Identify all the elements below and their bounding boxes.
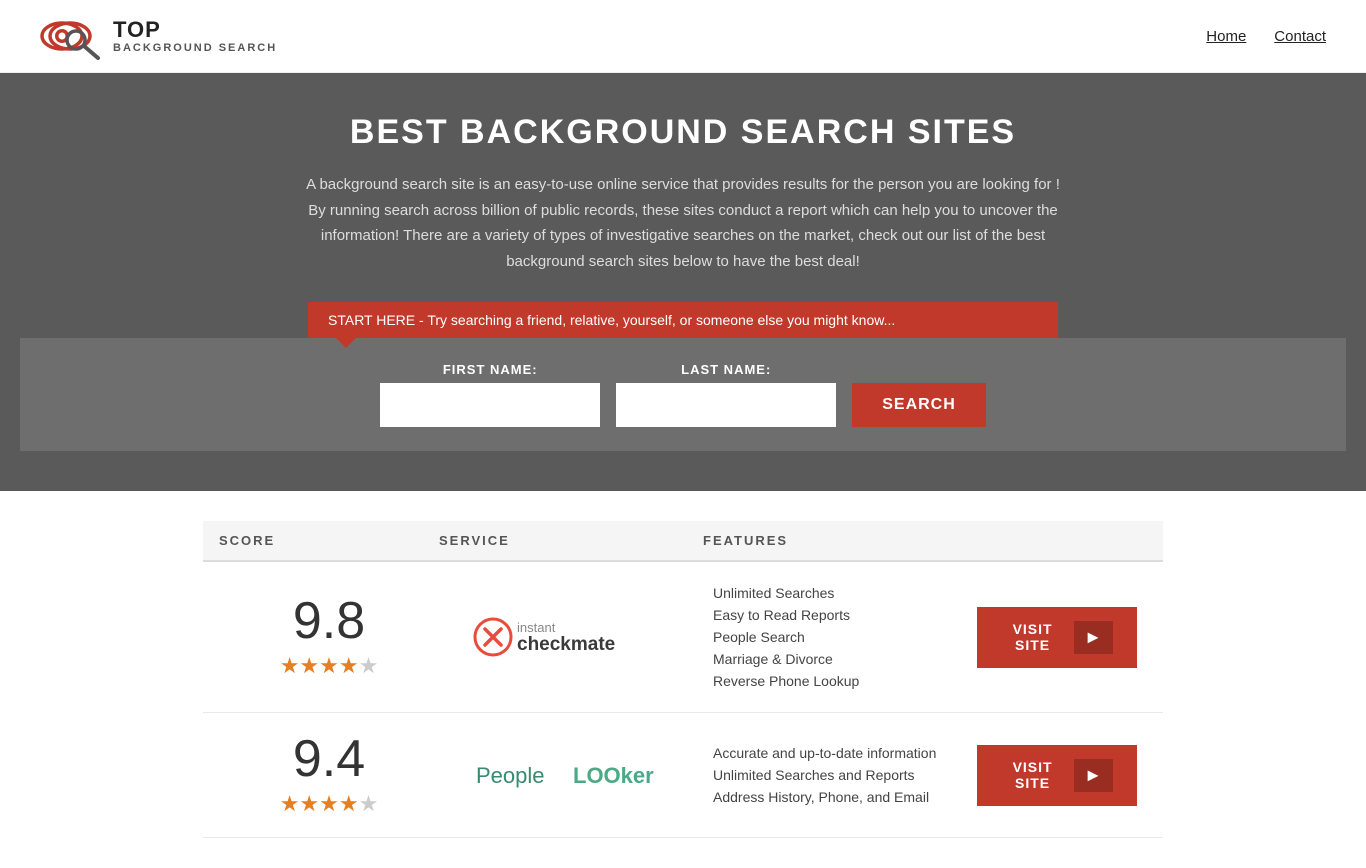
logo-top-text: TOP <box>113 18 277 42</box>
visit-area-1: VISIT SITE ► <box>967 607 1147 668</box>
logo-sub-text: BACKGROUND SEARCH <box>113 42 277 54</box>
col-features: FEATURES <box>703 533 967 548</box>
checkmate-logo-svg: instant checkmate <box>471 610 671 665</box>
svg-text:LOOker: LOOker <box>573 763 654 788</box>
table-header: SCORE SERVICE FEATURES <box>203 521 1163 562</box>
first-name-group: FIRST NAME: <box>380 362 600 427</box>
score-number-2: 9.4 <box>219 733 439 785</box>
features-area-2: Accurate and up-to-date information Unli… <box>703 742 967 808</box>
visit-area-2: VISIT SITE ► <box>967 745 1147 806</box>
feature-item: Unlimited Searches <box>713 582 957 604</box>
table-row: 9.8 ★★★★★ instant checkmate Unli <box>203 562 1163 713</box>
nav-contact[interactable]: Contact <box>1274 28 1326 45</box>
last-name-label: LAST NAME: <box>616 362 836 377</box>
feature-item: Reverse Phone Lookup <box>713 670 957 692</box>
feature-item: Accurate and up-to-date information <box>713 742 957 764</box>
first-name-input[interactable] <box>380 383 600 427</box>
col-score: SCORE <box>219 533 439 548</box>
col-service: SERVICE <box>439 533 703 548</box>
visit-arrow-icon-1: ► <box>1074 621 1113 654</box>
score-number-1: 9.8 <box>219 595 439 647</box>
svg-text:instant: instant <box>517 620 556 635</box>
main-nav: Home Contact <box>1206 28 1326 45</box>
feature-item: Address History, Phone, and Email <box>713 786 957 808</box>
logo: TOP BACKGROUND SEARCH <box>40 12 277 60</box>
svg-text:checkmate: checkmate <box>517 634 615 655</box>
stars-2: ★★★★★ <box>219 791 439 817</box>
service-area-2: People LOOker <box>439 745 703 805</box>
nav-home[interactable]: Home <box>1206 28 1246 45</box>
visit-btn-label-1: VISIT SITE <box>1001 621 1064 653</box>
last-name-input[interactable] <box>616 383 836 427</box>
visit-btn-label-2: VISIT SITE <box>1001 759 1064 791</box>
logo-icon <box>40 12 105 60</box>
search-button[interactable]: SEARCH <box>852 383 986 427</box>
header: TOP BACKGROUND SEARCH Home Contact <box>0 0 1366 73</box>
service-area-1: instant checkmate <box>439 610 703 665</box>
visit-site-button-2[interactable]: VISIT SITE ► <box>977 745 1137 806</box>
peoplelooker-logo-svg: People LOOker <box>471 745 671 800</box>
features-area-1: Unlimited Searches Easy to Read Reports … <box>703 582 967 692</box>
hero-description: A background search site is an easy-to-u… <box>303 172 1063 274</box>
svg-text:People: People <box>476 763 545 788</box>
hero-title: BEST BACKGROUND SEARCH SITES <box>20 113 1346 152</box>
visit-site-button-1[interactable]: VISIT SITE ► <box>977 607 1137 668</box>
score-area-2: 9.4 ★★★★★ <box>219 733 439 817</box>
banner-text: START HERE - Try searching a friend, rel… <box>328 312 895 328</box>
peoplelooker-logo: People LOOker <box>471 745 671 805</box>
results-section: SCORE SERVICE FEATURES 9.8 ★★★★★ instant <box>183 521 1183 838</box>
table-row: 9.4 ★★★★★ People LOOker Accurate and up-… <box>203 713 1163 838</box>
checkmate-logo: instant checkmate <box>471 610 671 665</box>
feature-item: Marriage & Divorce <box>713 648 957 670</box>
feature-item: Easy to Read Reports <box>713 604 957 626</box>
feature-item: People Search <box>713 626 957 648</box>
search-form-area: FIRST NAME: LAST NAME: SEARCH <box>20 338 1346 451</box>
score-area-1: 9.8 ★★★★★ <box>219 595 439 679</box>
logo-text: TOP BACKGROUND SEARCH <box>113 18 277 54</box>
hero-section: BEST BACKGROUND SEARCH SITES A backgroun… <box>0 73 1366 491</box>
first-name-label: FIRST NAME: <box>380 362 600 377</box>
feature-item: Unlimited Searches and Reports <box>713 764 957 786</box>
last-name-group: LAST NAME: <box>616 362 836 427</box>
search-banner: START HERE - Try searching a friend, rel… <box>308 302 1058 338</box>
visit-arrow-icon-2: ► <box>1074 759 1113 792</box>
col-action <box>967 533 1147 548</box>
stars-1: ★★★★★ <box>219 653 439 679</box>
search-form: FIRST NAME: LAST NAME: SEARCH <box>40 362 1326 427</box>
